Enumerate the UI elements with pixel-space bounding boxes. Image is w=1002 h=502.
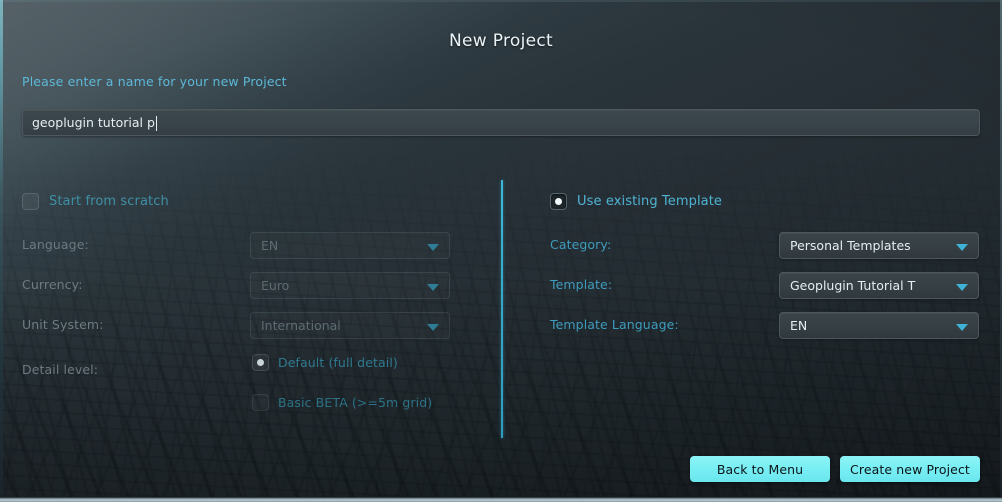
detail-level-option-basic-label: Basic BETA (>=5m grid) <box>278 395 433 410</box>
template-language-select-value: EN <box>790 318 808 333</box>
radio-scratch-icon[interactable] <box>22 193 39 210</box>
mode-option-template[interactable]: Use existing Template <box>550 193 722 210</box>
detail-level-option-default-label: Default (full detail) <box>278 355 398 370</box>
unit-system-select[interactable]: International <box>250 312 450 339</box>
category-select-value: Personal Templates <box>790 238 911 253</box>
field-unit-system: Unit System: International <box>22 312 452 339</box>
chevron-down-icon <box>427 244 439 251</box>
project-name-input[interactable]: geoplugin tutorial p <box>22 109 980 136</box>
radio-detail-default-icon[interactable] <box>252 354 269 371</box>
field-language: Language: EN <box>22 232 452 259</box>
project-name-value: geoplugin tutorial p <box>32 115 155 130</box>
mode-option-scratch-label: Start from scratch <box>49 194 169 209</box>
field-currency: Currency: Euro <box>22 272 452 299</box>
field-currency-label: Currency: <box>22 277 83 292</box>
field-template-label: Template: <box>550 277 613 292</box>
mode-option-template-label: Use existing Template <box>577 194 723 209</box>
chevron-down-icon <box>956 324 968 331</box>
detail-level-option-default[interactable]: Default (full detail) <box>252 354 398 371</box>
text-caret <box>155 116 157 131</box>
chevron-down-icon <box>427 284 439 291</box>
category-select[interactable]: Personal Templates <box>779 232 979 259</box>
field-template: Template: Geoplugin Tutorial T <box>550 272 990 299</box>
field-category-label: Category: <box>550 237 612 252</box>
dialog-content: New Project Please enter a name for your… <box>0 0 1002 502</box>
chevron-down-icon <box>956 244 968 251</box>
detail-level-option-basic[interactable]: Basic BETA (>=5m grid) <box>252 394 432 411</box>
currency-select[interactable]: Euro <box>250 272 450 299</box>
field-language-label: Language: <box>22 237 89 252</box>
chevron-down-icon <box>956 284 968 291</box>
create-new-project-button[interactable]: Create new Project <box>840 456 980 482</box>
radio-template-icon[interactable] <box>550 193 567 210</box>
project-name-prompt: Please enter a name for your new Project <box>22 74 287 89</box>
template-select-value: Geoplugin Tutorial T <box>790 278 916 293</box>
field-unit-system-label: Unit System: <box>22 317 104 332</box>
field-detail-level-label: Detail level: <box>22 362 99 377</box>
language-select-value: EN <box>261 238 279 253</box>
template-language-select[interactable]: EN <box>779 312 979 339</box>
field-template-language: Template Language: EN <box>550 312 990 339</box>
chevron-down-icon <box>427 324 439 331</box>
mode-option-scratch[interactable]: Start from scratch <box>22 193 169 210</box>
field-template-language-label: Template Language: <box>550 317 679 332</box>
unit-system-select-value: International <box>261 318 341 333</box>
radio-detail-basic-icon[interactable] <box>252 394 269 411</box>
field-category: Category: Personal Templates <box>550 232 990 259</box>
new-project-dialog: New Project Please enter a name for your… <box>0 0 1002 502</box>
language-select[interactable]: EN <box>250 232 450 259</box>
panel-divider <box>501 180 503 438</box>
back-to-menu-button[interactable]: Back to Menu <box>690 456 830 482</box>
page-title: New Project <box>449 31 553 51</box>
template-select[interactable]: Geoplugin Tutorial T <box>779 272 979 299</box>
currency-select-value: Euro <box>261 278 290 293</box>
